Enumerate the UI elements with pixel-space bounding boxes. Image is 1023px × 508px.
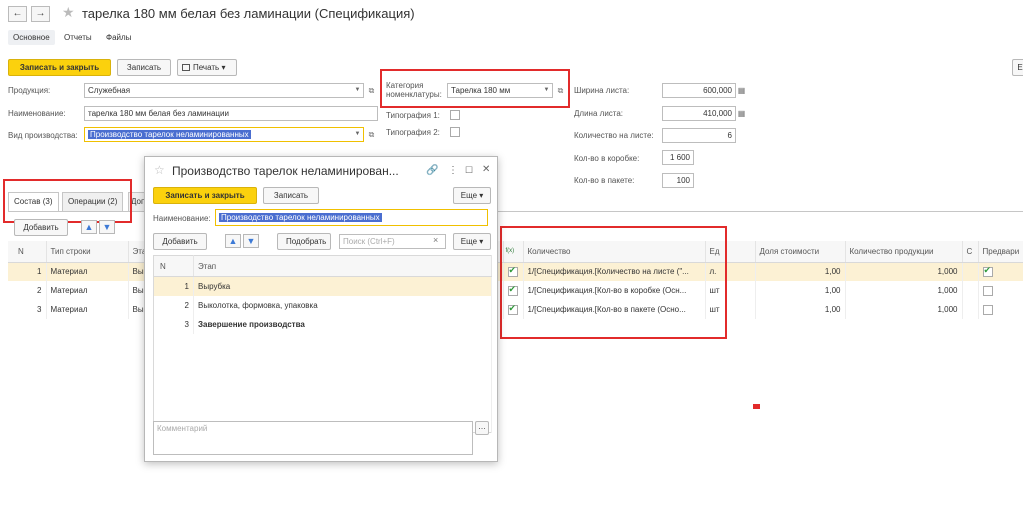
- production-type-dialog: ☆ Производство тарелок неламинирован... …: [144, 156, 498, 462]
- table-row[interactable]: 2 Выколотка, формовка, упаковка: [153, 295, 492, 315]
- page-title: тарелка 180 мм белая без ламинации (Спец…: [82, 6, 415, 21]
- add-row-button[interactable]: Добавить: [14, 219, 68, 236]
- typography1-checkbox[interactable]: [450, 110, 460, 120]
- clear-icon[interactable]: ×: [433, 235, 438, 245]
- empty-space: [153, 333, 492, 433]
- dialog-save-close-button[interactable]: Записать и закрыть: [153, 187, 257, 204]
- typography1-label: Типография 1:: [386, 111, 440, 120]
- highlight-tabs: [3, 179, 132, 223]
- col-prelim[interactable]: Предвари: [978, 241, 1023, 263]
- chevron-down-icon[interactable]: ▼: [352, 128, 363, 141]
- save-close-button[interactable]: Записать и закрыть: [8, 59, 111, 76]
- table-row[interactable]: 3 Завершение производства: [153, 314, 492, 334]
- chevron-down-icon: ▾: [221, 63, 226, 72]
- col-cost-share[interactable]: Доля стоимости: [755, 241, 846, 263]
- move-down-button[interactable]: ▼: [243, 234, 259, 248]
- chevron-down-icon: ▾: [479, 191, 484, 200]
- typography2-label: Типография 2:: [386, 128, 440, 137]
- chevron-down-icon[interactable]: ▼: [352, 84, 363, 97]
- dialog-more-button[interactable]: Еще ▾: [453, 187, 491, 204]
- pick-button[interactable]: Подобрать: [277, 233, 331, 250]
- arrow-right-icon: →: [35, 8, 46, 19]
- production-type-label: Вид производства:: [8, 131, 78, 140]
- highlight-quantity-column: [500, 226, 727, 339]
- subnav-reports[interactable]: Отчеты: [64, 33, 92, 42]
- subnav-main[interactable]: Основное: [8, 30, 55, 45]
- per-pack-label: Кол-во в пакете:: [574, 176, 635, 185]
- production-type-field[interactable]: Производство тарелок неламинированных: [84, 127, 364, 142]
- sheet-width-label: Ширина листа:: [574, 86, 630, 95]
- col-row-type[interactable]: Тип строки: [46, 241, 129, 263]
- arrow-down-icon: ▼: [246, 236, 256, 246]
- move-up-button[interactable]: ▲: [81, 220, 97, 234]
- col-stage[interactable]: Этап: [193, 255, 492, 277]
- more-right-button[interactable]: Е: [1012, 59, 1023, 76]
- per-box-label: Кол-во в коробке:: [574, 154, 640, 163]
- per-sheet-field[interactable]: 6: [662, 128, 736, 143]
- arrow-left-icon: ←: [12, 8, 23, 19]
- chevron-down-icon: ▾: [479, 237, 484, 246]
- stages-table: N Этап 1 Вырубка 2 Выколотка, формовка, …: [153, 255, 492, 433]
- product-label: Продукция:: [8, 86, 51, 95]
- name-field[interactable]: тарелка 180 мм белая без ламинации: [84, 106, 378, 121]
- close-icon[interactable]: ✕: [482, 164, 490, 175]
- name-label: Наименование:: [8, 109, 66, 118]
- move-up-button[interactable]: ▲: [225, 234, 241, 248]
- col-c[interactable]: С: [962, 241, 979, 263]
- sheet-length-field[interactable]: 410,000: [662, 106, 736, 121]
- red-marker: [753, 404, 760, 409]
- col-n[interactable]: N: [8, 241, 47, 263]
- forward-button[interactable]: →: [31, 6, 50, 22]
- link-icon[interactable]: 🔗: [426, 165, 438, 176]
- sheet-width-field[interactable]: 600,000: [662, 83, 736, 98]
- col-n[interactable]: N: [153, 255, 194, 277]
- maximize-icon[interactable]: ☐: [465, 165, 473, 176]
- print-button[interactable]: Печать ▾: [177, 59, 237, 76]
- table-row[interactable]: 1 Вырубка: [153, 276, 492, 296]
- comment-field[interactable]: Комментарий: [153, 421, 473, 455]
- dialog-more-button-2[interactable]: Еще ▾: [453, 233, 491, 250]
- per-pack-field[interactable]: 100: [662, 173, 694, 188]
- table-header: N Этап: [153, 255, 492, 277]
- arrow-down-icon: ▼: [102, 222, 112, 232]
- col-product-qty[interactable]: Количество продукции: [845, 241, 963, 263]
- back-button[interactable]: ←: [8, 6, 27, 22]
- favorite-star-icon[interactable]: ★: [62, 4, 75, 21]
- printer-icon: [182, 64, 190, 71]
- favorite-star-icon[interactable]: ☆: [154, 163, 165, 177]
- per-sheet-label: Количество на листе:: [574, 131, 654, 140]
- open-link-icon[interactable]: ⧉: [366, 128, 377, 141]
- prelim-checkbox[interactable]: [982, 285, 993, 296]
- dialog-title: Производство тарелок неламинирован...: [172, 164, 399, 178]
- open-link-icon[interactable]: ⧉: [366, 84, 377, 97]
- per-box-field[interactable]: 1 600: [662, 150, 694, 165]
- calculator-icon[interactable]: ▦: [736, 107, 747, 120]
- search-input[interactable]: Поиск (Ctrl+F): [339, 234, 446, 249]
- save-button[interactable]: Записать: [117, 59, 171, 76]
- typography2-checkbox[interactable]: [450, 127, 460, 137]
- move-down-button[interactable]: ▼: [99, 220, 115, 234]
- calculator-icon[interactable]: ▦: [736, 84, 747, 97]
- subnav-files[interactable]: Файлы: [106, 33, 131, 42]
- highlight-category: [380, 69, 570, 108]
- arrow-up-icon: ▲: [228, 236, 238, 246]
- more-vertical-icon[interactable]: ⋮: [448, 165, 458, 176]
- sheet-length-label: Длина листа:: [574, 109, 624, 118]
- comment-expand-button[interactable]: …: [475, 421, 489, 435]
- prelim-checkbox[interactable]: [982, 304, 993, 315]
- dialog-add-button[interactable]: Добавить: [153, 233, 207, 250]
- product-field[interactable]: Служебная: [84, 83, 364, 98]
- dialog-save-button[interactable]: Записать: [263, 187, 319, 204]
- prelim-checkbox[interactable]: [982, 265, 993, 277]
- dialog-name-field[interactable]: Производство тарелок неламинированных: [215, 209, 488, 226]
- dialog-name-label: Наименование:: [153, 214, 211, 223]
- arrow-up-icon: ▲: [84, 222, 94, 232]
